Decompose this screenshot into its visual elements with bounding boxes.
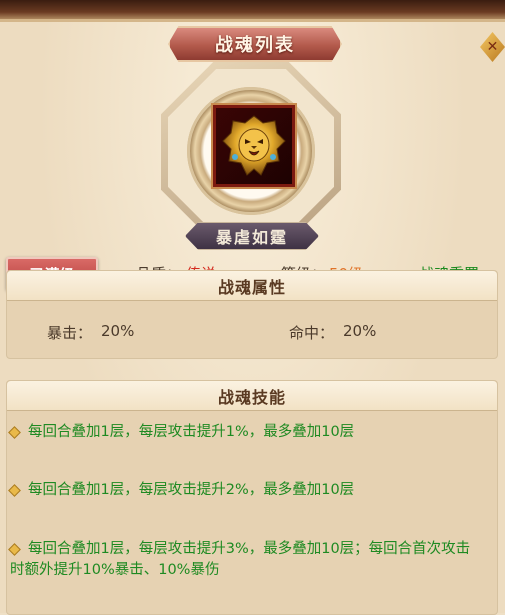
skill-item: 每回合叠加1层，每层攻击提升1%，最多叠加10层 — [8, 422, 490, 443]
close-button[interactable]: ✕ — [480, 32, 505, 62]
golden-lion-head-icon — [222, 115, 286, 176]
attributes-section: 战魂属性 暴击： 20% 命中： 20% — [6, 270, 498, 359]
top-decor-strip — [0, 0, 505, 22]
attr-crit-value: 20% — [101, 322, 135, 340]
attr-crit-label: 暴击： — [47, 324, 93, 342]
attributes-header: 战魂属性 — [7, 271, 497, 301]
attr-hit-value: 20% — [343, 322, 377, 340]
skill-item: 每回合叠加1层，每层攻击提升2%，最多叠加10层 — [8, 480, 490, 501]
bullet-diamond-icon — [8, 483, 21, 497]
skills-header: 战魂技能 — [7, 381, 497, 411]
skill-text: 每回合叠加1层，每层攻击提升3%，最多叠加10层；每回合首次攻击时额外提升10%… — [10, 541, 471, 578]
skill-text: 每回合叠加1层，每层攻击提升2%，最多叠加10层 — [28, 482, 355, 498]
panel-title: 战魂列表 — [168, 26, 342, 62]
attr-hit-label: 命中： — [289, 324, 335, 342]
close-icon: ✕ — [486, 39, 499, 55]
soul-name: 暴虐如霆 — [185, 222, 319, 250]
skill-text: 每回合叠加1层，每层攻击提升1%，最多叠加10层 — [28, 424, 355, 440]
bullet-diamond-icon — [8, 542, 21, 556]
skill-item: 每回合叠加1层，每层攻击提升3%，最多叠加10层；每回合首次攻击时额外提升10%… — [8, 539, 480, 581]
soul-detail-panel: 战魂列表 ✕ 暴虐如霆 已满级 品质： 传说 等级： — [0, 22, 505, 615]
soul-icon-slot[interactable] — [213, 105, 295, 187]
bullet-diamond-icon — [8, 425, 21, 439]
